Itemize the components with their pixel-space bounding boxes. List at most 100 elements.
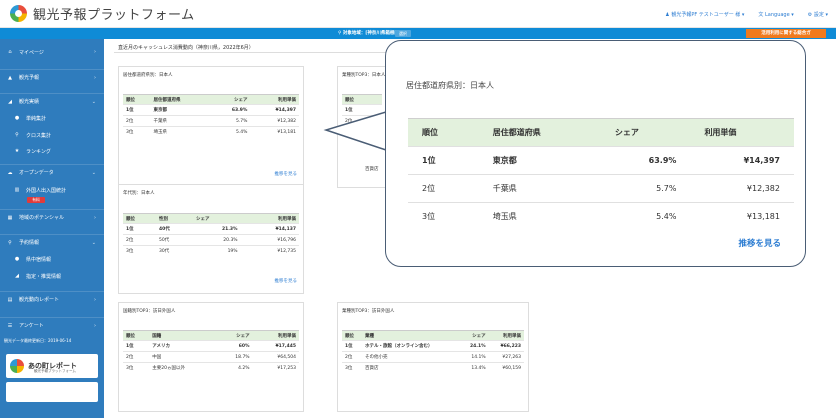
table-row: 2位 中国 18.7% ¥64,504	[123, 351, 299, 363]
header-right: ♟ 観光予報PF テストユーザー 様 ▾ 文 Language ▾ ⚙ 設定 ▾	[651, 0, 828, 28]
table-header: 順位 性別 シェア 利用単価	[123, 213, 299, 224]
card-country: 国籍別TOP3：訪日外国人 順位 国籍 シェア 利用単価 1位 アメリカ 60%…	[118, 302, 304, 412]
table-row: 1位 40代 21.3% ¥14,137	[123, 223, 299, 235]
table-header: 順位 居住都道府県 シェア 利用単価	[123, 94, 299, 105]
table-row: 2位 50代 20.3% ¥16,796	[123, 234, 299, 246]
industry-table: 順位 1位 2位 3位	[342, 94, 382, 138]
report-banner[interactable]: あの町レポート 観光予報プラットフォーム	[6, 354, 98, 378]
region-label: ⚲ 対象地域：[神奈川県箱根町]	[338, 31, 401, 36]
dot-icon: ●	[14, 115, 20, 121]
logo-text: 観光予報プラットフォーム	[33, 8, 195, 23]
table-row: 2位	[342, 115, 382, 127]
table-row: 3位	[342, 126, 382, 138]
residence-table: 順位 居住都道府県 シェア 利用単価 1位 東京都 63.9% ¥14,397 …	[123, 94, 299, 138]
chevron-down-icon: ⌄	[91, 98, 96, 105]
chevron-right-icon: ›	[94, 74, 96, 81]
sidebar-item-simple-tally[interactable]: ● 単純集計	[0, 110, 104, 126]
bar-icon: ▥	[14, 187, 20, 193]
sidebar-item-trend-report[interactable]: ▤ 観光動向レポート ›	[0, 291, 104, 307]
search-icon: ⚲	[15, 132, 19, 138]
age-table: 順位 性別 シェア 利用単価 1位 40代 21.3% ¥14,137 2位 5…	[123, 213, 299, 257]
table-row: 2位 千葉県 5.7% ¥12,382	[408, 174, 794, 203]
search-icon: ⚲	[8, 239, 12, 246]
card-residence: 居住都道府県別：日本人 順位 居住都道府県 シェア 利用単価 1位 東京都 63…	[118, 66, 304, 188]
sidebar-item-potential[interactable]: ▦ 地域のポテンシャル ›	[0, 209, 104, 225]
table-row: 2位 千葉県 5.7% ¥12,382	[123, 115, 299, 127]
sidebar-item-results[interactable]: ◢ 観光実績 ⌄	[0, 93, 104, 109]
top-header: 観光予報プラットフォーム ♟ 観光予報PF テストユーザー 様 ▾ 文 Lang…	[0, 0, 836, 28]
table-row: 3位 主要20ヵ国以外 4.2% ¥17,253	[123, 362, 299, 374]
sidebar: ⌂ マイページ › ▲ 観光予報 › ◢ 観光実績 ⌄ ● 単純集計 ⚲ クロス集計 ★ ランキン…	[0, 39, 104, 418]
chevron-right-icon: ›	[94, 322, 96, 329]
table-cell: 百貨店	[365, 167, 379, 172]
sidebar-item-reservation[interactable]: ⚲ 予約情報 ⌄	[0, 234, 104, 250]
industry-foreign-table: 順位 業種 シェア 利用単価 1位 ホテル・旅館（オンライン含む） 24.1% …	[342, 330, 524, 374]
zoom-title: 居住都道府県別：日本人	[406, 81, 494, 90]
sidebar-item-cross-tally[interactable]: ⚲ クロス集計	[0, 127, 104, 143]
dot-icon: ●	[14, 256, 20, 262]
table-header: 順位	[342, 94, 382, 105]
chevron-down-icon: ⌄	[91, 169, 96, 176]
paid-badge: 有料	[27, 197, 45, 203]
sidebar-item-prefecture-info[interactable]: ● 県中宿情報	[0, 251, 104, 267]
table-row: 1位 東京都 63.9% ¥14,397	[408, 146, 794, 175]
chevron-down-icon: ⌄	[91, 239, 96, 246]
star-icon: ★	[14, 148, 20, 154]
country-table: 順位 国籍 シェア 利用単価 1位 アメリカ 60% ¥17,445 2位 中国…	[123, 330, 299, 374]
secondary-banner[interactable]	[6, 382, 98, 402]
card-title: 業種別TOP3：日本人	[342, 73, 386, 78]
chevron-right-icon: ›	[94, 296, 96, 303]
region-select-button[interactable]: 選択	[395, 30, 411, 37]
sidebar-item-ranking[interactable]: ★ ランキング	[0, 143, 104, 159]
table-row: 1位	[342, 104, 382, 116]
card-title: 国籍別TOP3：訪日外国人	[123, 309, 176, 314]
doc-icon: ▤	[7, 296, 13, 303]
last-updated-text: 観光データ最終更新日：2019-06-14	[4, 338, 72, 343]
card-industry-foreign: 業種別TOP3：訪日外国人 順位 業種 シェア 利用単価 1位 ホテル・旅館（オ…	[337, 302, 529, 412]
sidebar-item-immigration-stats[interactable]: ▥ 外国人出入国統計	[0, 182, 104, 198]
sidebar-item-mypage[interactable]: ⌂ マイページ ›	[0, 44, 104, 60]
list-icon: ☰	[7, 322, 13, 329]
user-menu[interactable]: ♟ 観光予報PF テストユーザー 様 ▾	[665, 11, 744, 18]
banner-logo-icon	[10, 359, 24, 373]
app-logo[interactable]: 観光予報プラットフォーム	[10, 4, 195, 23]
more-link[interactable]: 推移を見る	[275, 171, 298, 177]
language-menu[interactable]: 文 Language ▾	[758, 11, 793, 18]
region-bar	[0, 28, 836, 39]
table-row: 1位 ホテル・旅館（オンライン含む） 24.1% ¥66,223	[342, 340, 524, 352]
table-row: 3位 百貨店 13.4% ¥60,159	[342, 362, 524, 374]
area-icon: ◢	[15, 273, 19, 279]
card-title: 居住都道府県別：日本人	[123, 73, 173, 78]
chevron-right-icon: ›	[94, 214, 96, 221]
sidebar-item-survey[interactable]: ☰ アンケート ›	[0, 317, 104, 333]
grid-icon: ▦	[7, 214, 13, 221]
table-row: 1位 アメリカ 60% ¥17,445	[123, 340, 299, 352]
table-header: 順位 国籍 シェア 利用単価	[123, 330, 299, 341]
guide-button[interactable]: 活用利用に関する総合ガ	[746, 29, 826, 38]
more-link[interactable]: 推移を見る	[275, 278, 298, 284]
sidebar-item-open-data[interactable]: ☁ オープンデータ ⌄	[0, 164, 104, 180]
card-title: 業種別TOP3：訪日外国人	[342, 309, 395, 314]
chart-icon: ▲	[8, 74, 12, 81]
zoom-table: 順位 居住都道府県 シェア 利用単価 1位 東京都 63.9% ¥14,397 …	[408, 118, 794, 231]
cloud-icon: ☁	[7, 169, 13, 176]
card-title: 年代別：日本人	[123, 191, 155, 196]
table-header: 順位 居住都道府県 シェア 利用単価	[408, 118, 794, 147]
heading-divider	[114, 52, 414, 53]
table-row: 2位 その他小売 14.1% ¥27,263	[342, 351, 524, 363]
logo-icon	[10, 5, 27, 22]
zoom-more-link[interactable]: 推移を見る	[738, 237, 781, 249]
home-icon: ⌂	[8, 49, 12, 55]
analysis-icon: ◢	[8, 98, 12, 105]
table-row: 3位 埼玉県 5.4% ¥13,181	[408, 202, 794, 231]
table-row: 3位 埼玉県 5.4% ¥13,181	[123, 126, 299, 138]
settings-menu[interactable]: ⚙ 設定 ▾	[808, 11, 828, 18]
table-header: 順位 業種 シェア 利用単価	[342, 330, 524, 341]
table-row: 3位 30代 19% ¥12,735	[123, 245, 299, 257]
sidebar-item-designated-info[interactable]: ◢ 指定・推奨情報	[0, 268, 104, 284]
card-age: 年代別：日本人 順位 性別 シェア 利用単価 1位 40代 21.3% ¥14,…	[118, 184, 304, 294]
sidebar-item-forecast[interactable]: ▲ 観光予報 ›	[0, 69, 104, 85]
zoom-callout: 居住都道府県別：日本人 順位 居住都道府県 シェア 利用単価 1位 東京都 63…	[385, 40, 806, 267]
chevron-right-icon: ›	[94, 49, 96, 55]
page-heading: 直近月のキャッシュレス消費動向（神奈川県，2022年6月）	[118, 45, 254, 51]
